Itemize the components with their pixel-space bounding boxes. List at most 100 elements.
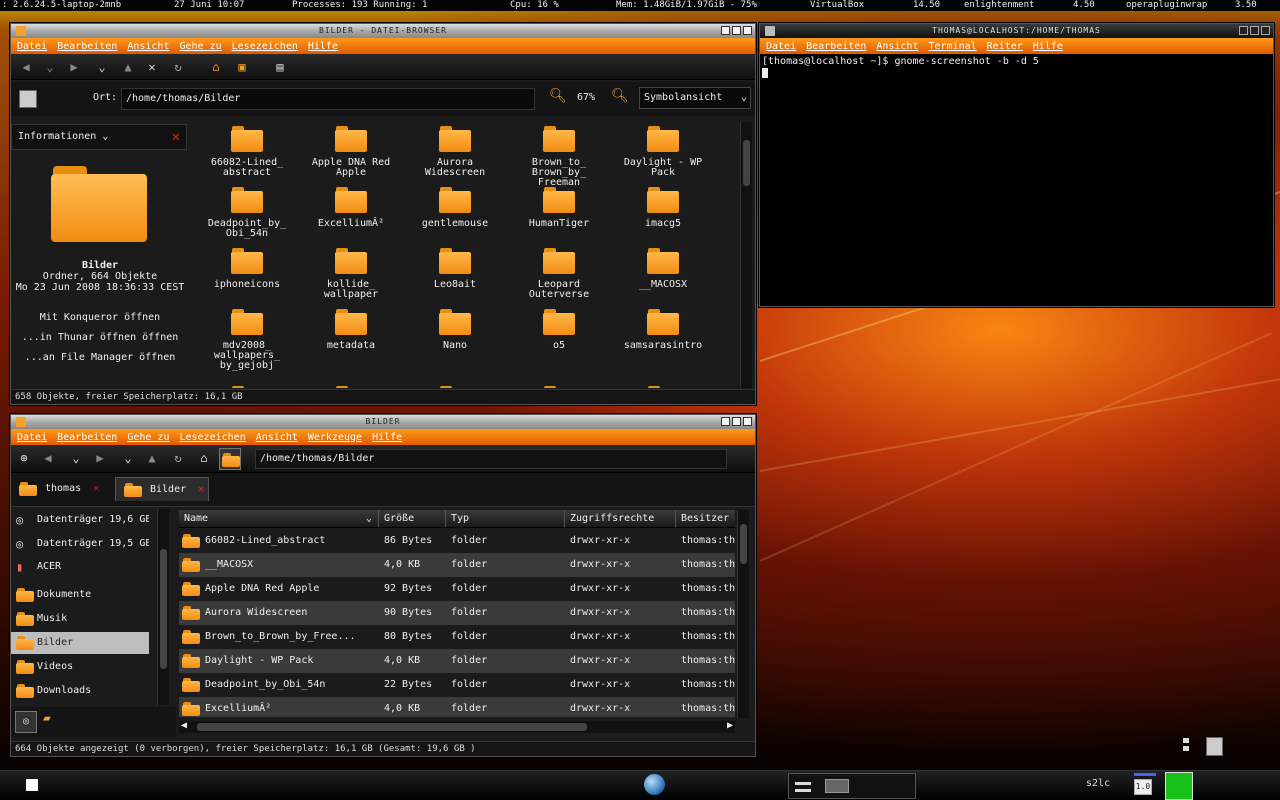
menu-file[interactable]: Datei — [17, 432, 47, 443]
window-titlebar[interactable]: Bilder - Datei-Browser — [11, 24, 755, 38]
home-icon[interactable]: ⌂ — [209, 60, 223, 74]
folder-icon[interactable] — [335, 386, 367, 388]
places-toggle-icon[interactable]: ◎ — [15, 711, 37, 733]
action-open-file-manager[interactable]: ...an File Manager öffnen — [11, 352, 189, 363]
edit-location-icon[interactable] — [219, 448, 241, 470]
folder-icon[interactable] — [647, 386, 679, 388]
sidebar-item-videos[interactable]: Videos — [11, 656, 149, 678]
desktop-widget-icon[interactable] — [1183, 738, 1193, 754]
close-button[interactable] — [743, 26, 752, 35]
sidebar-item-acer[interactable]: ▮ ACER — [11, 556, 149, 578]
active-desktop-indicator[interactable] — [1165, 772, 1193, 800]
scrollbar-thumb[interactable] — [197, 723, 587, 731]
sidebar-item-musik[interactable]: Musik — [11, 608, 149, 630]
table-row[interactable]: ExcelliumÂ² 4,0 KB folder drwxr-xr-x thomas:… — [179, 697, 735, 717]
grid-folder-item[interactable]: gentlemouse — [405, 187, 505, 229]
scrollbar-thumb[interactable] — [160, 549, 167, 669]
desktop-device-icon[interactable] — [1206, 737, 1223, 756]
desktop-icon[interactable]: ▣ — [235, 60, 249, 74]
view-mode-select[interactable]: Symbolansicht ⌄ — [639, 87, 751, 109]
sidebar-item-bilder[interactable]: Bilder — [11, 632, 149, 654]
grid-folder-item[interactable]: Apple DNA Red Apple — [301, 126, 401, 178]
chevron-down-icon[interactable]: ⌄ — [69, 451, 83, 465]
terminal-screen[interactable]: [thomas@localhost ~]$ gnome-screenshot -… — [760, 54, 1273, 306]
table-row[interactable]: Aurora Widescreen 90 Bytes folder drwxr-xr-… — [179, 601, 735, 625]
menu-edit[interactable]: Bearbeiten — [806, 41, 866, 52]
chevron-down-icon[interactable]: ⌄ — [43, 60, 57, 74]
maximize-button[interactable] — [732, 417, 741, 426]
table-row[interactable]: Brown_to_Brown_by_Free... 80 Bytes folder d… — [179, 625, 735, 649]
menu-file[interactable]: Datei — [766, 41, 796, 52]
column-owner[interactable]: Besitzer — [676, 510, 735, 527]
table-row[interactable]: Apple DNA Red Apple 92 Bytes folder drwxr-x… — [179, 577, 735, 601]
menu-go[interactable]: Gehe zu — [179, 41, 221, 52]
table-row[interactable]: Daylight - WP Pack 4,0 KB folder drwxr-xr-x… — [179, 649, 735, 673]
menu-bookmarks[interactable]: Lesezeichen — [179, 432, 245, 443]
task-icon[interactable] — [795, 782, 811, 792]
reload-icon[interactable]: ↻ — [171, 60, 185, 74]
menu-edit[interactable]: Bearbeiten — [57, 41, 117, 52]
menu-help[interactable]: Hilfe — [372, 432, 402, 443]
grid-folder-item[interactable]: ExcelliumÂ² — [301, 187, 401, 229]
menu-bookmarks[interactable]: Lesezeichen — [232, 41, 298, 52]
close-tab-icon[interactable]: ✕ — [93, 483, 99, 494]
chevron-down-icon[interactable]: ⌄ — [95, 60, 109, 74]
column-permissions[interactable]: Zugriffsrechte — [565, 510, 676, 527]
back-icon[interactable]: ◀ — [19, 60, 33, 74]
close-button[interactable] — [743, 417, 752, 426]
folder-icon[interactable] — [439, 386, 471, 388]
menu-tools[interactable]: Werkzeuge — [308, 432, 362, 443]
grid-folder-item[interactable]: Aurora Widescreen — [405, 126, 505, 178]
grid-folder-item[interactable]: Daylight - WP Pack — [613, 126, 713, 178]
close-panel-icon[interactable]: ✕ — [172, 125, 180, 149]
menu-help[interactable]: Hilfe — [308, 41, 338, 52]
menu-tabs[interactable]: Reiter — [987, 41, 1023, 52]
scrollbar-thumb[interactable] — [740, 524, 747, 564]
close-tab-icon[interactable]: ✕ — [198, 484, 204, 495]
home-icon[interactable]: ⌂ — [197, 451, 211, 465]
location-input[interactable]: /home/thomas/Bilder — [121, 88, 535, 110]
start-button[interactable] — [26, 779, 38, 791]
table-row[interactable]: Deadpoint_by_Obi_54n 22 Bytes folder drwxr-… — [179, 673, 735, 697]
minimize-button[interactable] — [721, 26, 730, 35]
action-open-konqueror[interactable]: Mit Konqueror öffnen — [11, 312, 189, 323]
grid-folder-item[interactable]: mdv2008_ wallpapers_ by_gejobj — [197, 309, 297, 371]
zoom-out-icon[interactable]: 🔍︎ — [549, 88, 567, 104]
menu-help[interactable]: Hilfe — [1033, 41, 1063, 52]
scroll-left-icon[interactable]: ◀ — [181, 720, 187, 731]
grid-folder-item[interactable]: imacg5 — [613, 187, 713, 229]
vertical-scrollbar[interactable] — [740, 122, 752, 388]
minimize-button[interactable] — [721, 417, 730, 426]
column-type[interactable]: Typ — [446, 510, 565, 527]
menu-file[interactable]: Datei — [17, 41, 47, 52]
grid-folder-item[interactable]: iphoneicons — [197, 248, 297, 290]
menu-view[interactable]: Ansicht — [876, 41, 918, 52]
reload-icon[interactable]: ↻ — [171, 451, 185, 465]
maximize-button[interactable] — [732, 26, 741, 35]
zoom-in-icon[interactable]: 🔍︎ — [611, 88, 629, 104]
window-titlebar[interactable]: Bilder — [11, 415, 755, 429]
table-row[interactable]: __MACOSX 4,0 KB folder drwxr-xr-x thomas:th — [179, 553, 735, 577]
stop-icon[interactable]: ✕ — [145, 60, 159, 74]
globe-icon[interactable] — [644, 774, 665, 795]
document-icon[interactable]: ▤ — [273, 60, 287, 74]
grid-folder-item[interactable]: samsarasintro — [613, 309, 713, 351]
scroll-right-icon[interactable]: ▶ — [727, 720, 733, 731]
grid-folder-item[interactable]: Leopard Outerverse — [509, 248, 609, 300]
back-icon[interactable]: ◀ — [41, 451, 55, 465]
minimize-button[interactable] — [1239, 26, 1248, 35]
sidebar-scrollbar[interactable] — [157, 509, 169, 705]
grid-folder-item[interactable]: 66082-Lined_ abstract — [197, 126, 297, 178]
table-row[interactable]: 66082-Lined_abstract 86 Bytes folder drwxr-… — [179, 529, 735, 553]
menu-view[interactable]: Ansicht — [256, 432, 298, 443]
folder-icon[interactable] — [231, 386, 263, 388]
menu-view[interactable]: Ansicht — [127, 41, 169, 52]
grid-folder-item[interactable]: Leo8ait — [405, 248, 505, 290]
new-tab-icon[interactable]: ⊕ — [17, 451, 31, 465]
clear-location-icon[interactable] — [19, 90, 37, 108]
scrollbar-thumb[interactable] — [743, 140, 750, 186]
sidebar-item-downloads[interactable]: Downloads — [11, 680, 149, 702]
action-open-thunar[interactable]: ...in Thunar öffnen öffnen — [11, 332, 189, 343]
tree-toggle-icon[interactable]: ▰ — [43, 711, 51, 726]
maximize-button[interactable] — [1250, 26, 1259, 35]
